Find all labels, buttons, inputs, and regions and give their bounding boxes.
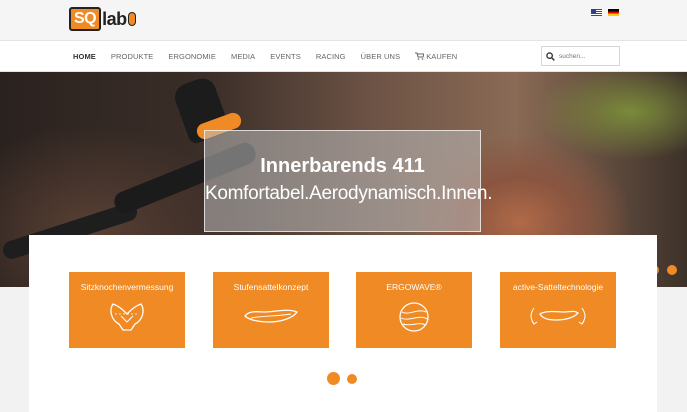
logo-mascot-icon — [127, 12, 136, 26]
card-title: Sitzknochenvermessung — [80, 282, 174, 292]
nav-ueber-uns[interactable]: ÜBER UNS — [361, 52, 401, 61]
feature-card-active-satteltechnologie[interactable]: active-Satteltechnologie — [500, 272, 616, 348]
ergowave-ball-icon — [399, 302, 429, 332]
feature-panel: Sitzknochenvermessung Stufensattelkonzep… — [29, 235, 657, 412]
active-saddle-icon — [530, 307, 586, 325]
hero-caption: Innerbarends 411 Komfortabel.Aerodynamis… — [204, 130, 493, 232]
german-flag-icon[interactable] — [608, 9, 619, 16]
card-pager-dot[interactable] — [327, 372, 340, 385]
card-pager-dot[interactable] — [347, 373, 357, 384]
search-input[interactable] — [559, 52, 619, 60]
hero-slide-dot[interactable] — [667, 265, 677, 275]
feature-card-stufensattelkonzept[interactable]: Stufensattelkonzept — [213, 272, 329, 348]
nav-kaufen[interactable]: KAUFEN — [415, 52, 457, 61]
nav-produkte[interactable]: PRODUKTE — [111, 52, 153, 61]
main-nav: HOME PRODUKTE ERGONOMIE MEDIA EVENTS RAC… — [73, 41, 472, 71]
nav-racing[interactable]: RACING — [316, 52, 346, 61]
nav-ergonomie[interactable]: ERGONOMIE — [168, 52, 216, 61]
nav-home[interactable]: HOME — [73, 52, 96, 61]
hero-title: Innerbarends 411 — [260, 155, 425, 177]
nav-events[interactable]: EVENTS — [270, 52, 301, 61]
feature-card-sitzknochenvermessung[interactable]: Sitzknochenvermessung — [69, 272, 185, 348]
pelvis-icon — [110, 303, 144, 331]
card-title: Stufensattelkonzept — [233, 282, 309, 292]
hero-subtitle: Komfortabel.Aerodynamisch.Innen. — [205, 183, 493, 204]
language-switcher — [591, 9, 619, 16]
search-icon[interactable] — [546, 51, 555, 61]
feature-card-ergowave[interactable]: ERGOWAVE® — [356, 272, 472, 348]
top-bar: SQ lab — [0, 0, 687, 40]
card-pager — [327, 372, 357, 385]
card-title: ERGOWAVE® — [386, 282, 442, 292]
main-navbar: HOME PRODUKTE ERGONOMIE MEDIA EVENTS RAC… — [0, 40, 687, 72]
nav-kaufen-label: KAUFEN — [426, 51, 458, 61]
sqlab-logo[interactable]: SQ lab — [69, 7, 136, 31]
saddle-icon — [244, 309, 298, 323]
logo-lab: lab — [102, 8, 127, 29]
search-box[interactable] — [541, 46, 620, 66]
nav-media[interactable]: MEDIA — [231, 52, 255, 61]
cart-icon — [415, 52, 425, 60]
card-title: active-Satteltechnologie — [512, 282, 604, 292]
logo-sq: SQ — [69, 7, 102, 31]
us-flag-icon[interactable] — [591, 9, 602, 16]
